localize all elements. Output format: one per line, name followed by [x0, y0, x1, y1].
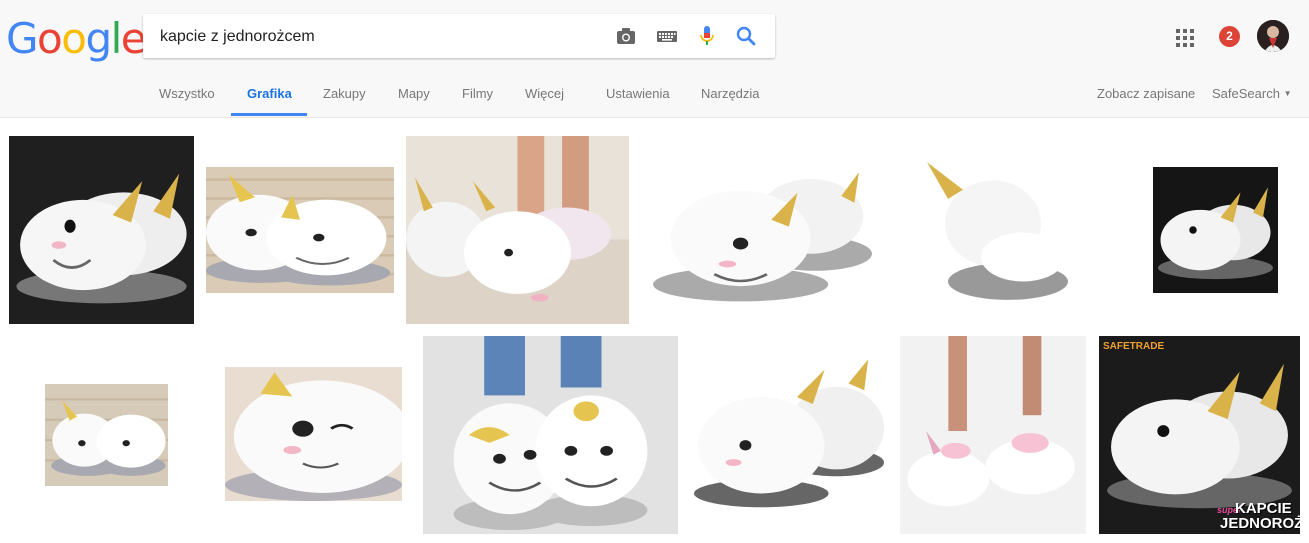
apps-grid-icon[interactable] — [1175, 28, 1195, 48]
tab-videos[interactable]: Filmy — [462, 86, 493, 101]
image-result-7[interactable] — [45, 384, 168, 486]
search-box — [143, 14, 775, 60]
notification-badge[interactable]: 2 — [1219, 26, 1240, 47]
image-result-1[interactable] — [9, 136, 194, 324]
tab-more[interactable]: Więcej — [525, 86, 564, 101]
watermark-line1: KAPCIE — [1235, 500, 1292, 517]
image-result-8[interactable] — [225, 367, 402, 501]
image-result-12[interactable]: SAFETRADE super KAPCIE JEDNOROŻCE — [1099, 336, 1300, 534]
image-result-5[interactable] — [918, 153, 1068, 306]
keyboard-icon[interactable] — [655, 24, 679, 48]
avatar[interactable] — [1257, 20, 1289, 52]
logo-letter: l — [110, 14, 123, 63]
tab-tools[interactable]: Narzędzia — [701, 86, 760, 101]
logo-letter: G — [6, 14, 39, 63]
search-icon[interactable] — [734, 24, 758, 48]
camera-icon[interactable] — [614, 24, 638, 48]
logo-letter: o — [61, 14, 87, 63]
logo-letter: g — [85, 14, 112, 63]
logo-letter: e — [120, 14, 147, 63]
tab-all[interactable]: Wszystko — [159, 86, 215, 101]
dropdown-arrow-icon: ▼ — [1283, 89, 1292, 98]
image-result-9[interactable] — [423, 336, 678, 534]
image-result-10[interactable] — [690, 349, 888, 521]
image-result-11[interactable] — [900, 336, 1086, 534]
image-result-3[interactable] — [406, 136, 629, 324]
safesearch-menu[interactable]: SafeSearch ▼ — [1212, 86, 1291, 101]
logo-letter: o — [37, 14, 63, 63]
watermark-top: SAFETRADE — [1103, 341, 1165, 352]
safesearch-label: SafeSearch — [1212, 86, 1280, 101]
saved-images-link[interactable]: Zobacz zapisane — [1097, 86, 1195, 101]
microphone-icon[interactable] — [695, 24, 719, 48]
google-logo[interactable]: Google — [6, 14, 147, 63]
watermark-line2: JEDNOROŻCE — [1220, 515, 1300, 532]
image-result-4[interactable] — [653, 145, 872, 315]
search-input[interactable] — [158, 14, 602, 60]
tab-maps[interactable]: Mapy — [398, 86, 430, 101]
tab-shopping[interactable]: Zakupy — [323, 86, 366, 101]
tab-settings[interactable]: Ustawienia — [606, 86, 670, 101]
image-result-2[interactable] — [206, 167, 394, 293]
active-tab-underline — [231, 113, 307, 116]
header-bar: Google 2 Wszystko Gra — [0, 0, 1309, 118]
image-result-6[interactable] — [1153, 167, 1278, 293]
tab-images[interactable]: Grafika — [247, 86, 292, 101]
